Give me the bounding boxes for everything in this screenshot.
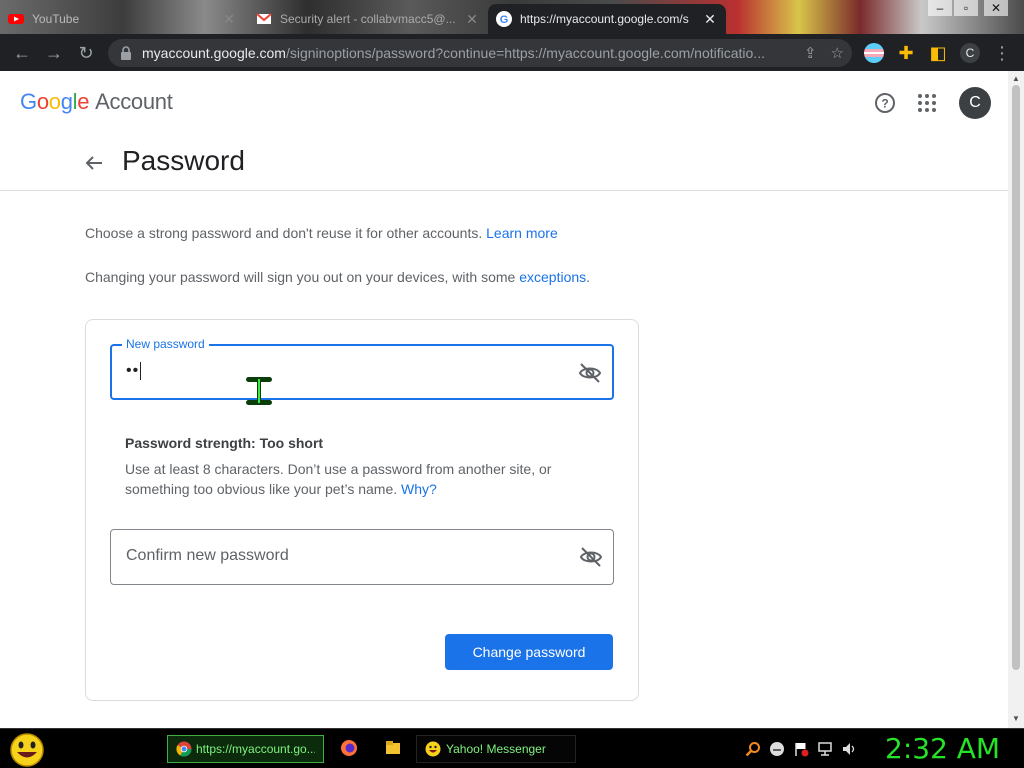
network-icon[interactable] [817,741,833,757]
page-content: Google Account ? C Password Choose a stro… [0,71,1008,728]
close-icon[interactable]: ✕ [464,11,480,27]
google-account-header: Google Account ? C [0,71,1008,135]
learn-more-link[interactable]: Learn more [486,225,558,241]
password-form-card: New password •• Password strength: Too s… [85,319,639,701]
page-title: Password [122,145,245,176]
taskbar-chrome-window[interactable]: https://myaccount.go... [167,735,324,763]
svg-text:?: ? [881,97,888,111]
taskbar-clock[interactable]: 2:32 AM [885,732,1000,765]
new-password-field[interactable]: New password •• [110,337,614,400]
password-strength: Password strength: Too short [125,435,324,451]
taskbar-yahoo-messenger[interactable]: Yahoo! Messenger [416,735,576,763]
url-host: myaccount.google.com [142,45,286,61]
yahoo-smiley-icon [425,741,441,757]
tab-label: Security alert - collabvmacc5@... [280,12,456,26]
bookmark-star-icon[interactable]: ☆ [831,44,844,62]
eye-off-icon[interactable] [579,545,603,569]
address-bar[interactable]: myaccount.google.com/signinoptions/passw… [108,39,852,67]
taskbar-yahoo-label: Yahoo! Messenger [446,742,546,756]
tab-google-account[interactable]: G https://myaccount.google.com/s ✕ [488,4,726,34]
reload-icon[interactable]: ↻ [74,41,98,65]
side-panel-icon[interactable]: ◧ [926,41,950,65]
extensions-puzzle-icon[interactable]: ✚ [894,41,918,65]
password-advice: Use at least 8 characters. Don’t use a p… [125,461,552,497]
google-account-logo[interactable]: Google Account [20,89,173,115]
text-caret [140,362,142,380]
new-password-label: New password [122,337,209,351]
eye-off-icon[interactable] [578,361,602,385]
firefox-icon[interactable] [340,739,358,757]
confirm-password-field[interactable]: Confirm new password [110,529,614,585]
tab-label: https://myaccount.google.com/s [520,12,689,26]
volume-icon[interactable] [841,741,857,757]
extension-flag-icon[interactable] [864,43,884,63]
intro-text: Choose a strong password and don't reuse… [85,225,558,241]
scroll-thumb[interactable] [1012,85,1020,670]
status-face-icon[interactable] [769,741,785,757]
back-arrow-icon[interactable]: ← [10,41,34,65]
new-password-value: •• [126,362,142,380]
page-scrollbar[interactable]: ▲ ▼ [1008,71,1024,728]
kebab-menu-icon[interactable]: ⋮ [990,41,1014,65]
logo-suffix: Account [95,89,173,114]
apps-grid-icon[interactable] [915,91,939,115]
change-password-button[interactable]: Change password [445,634,613,670]
lock-icon [121,46,131,60]
gmail-icon [256,13,272,24]
forward-arrow-icon[interactable]: → [42,41,66,65]
url-path: /signinoptions/password?continue=https:/… [285,45,765,61]
file-manager-icon[interactable] [384,739,402,757]
taskbar-chrome-label: https://myaccount.go... [196,742,315,756]
tab-gmail[interactable]: Security alert - collabvmacc5@... ✕ [248,4,488,34]
google-icon: G [496,11,512,27]
intro-line-2: Changing your password will sign you out… [85,269,516,285]
intro-line-1: Choose a strong password and don't reuse… [85,225,483,241]
browser-toolbar: ← → ↻ myaccount.google.com/signinoptions… [0,34,1024,71]
text-select-cursor-icon [246,377,272,405]
tab-youtube[interactable]: YouTube ✕ [0,4,245,34]
action-center-flag-icon[interactable] [793,741,809,757]
minimize-icon[interactable]: – [928,0,952,16]
account-avatar[interactable]: C [959,87,991,119]
page-title-bar: Password [0,135,1008,191]
profile-avatar[interactable]: C [960,43,980,63]
maximize-icon[interactable]: ▫ [954,0,978,16]
share-icon[interactable]: ⇪ [804,44,817,62]
start-smiley-icon[interactable] [8,732,46,768]
confirm-password-placeholder: Confirm new password [126,547,289,564]
tab-label: YouTube [32,12,80,26]
os-taskbar: https://myaccount.go... Yahoo! Messenger… [0,728,1024,768]
why-link[interactable]: Why? [401,481,437,497]
scroll-up-icon[interactable]: ▲ [1011,74,1021,84]
close-icon[interactable]: ✕ [702,11,718,27]
svg-text:G: G [500,14,509,26]
browser-tab-strip: YouTube ✕ Security alert - collabvmacc5@… [0,0,1024,34]
window-close-icon[interactable]: ✕ [984,0,1008,16]
help-icon[interactable]: ? [873,91,897,115]
search-icon[interactable] [745,741,761,757]
exceptions-link[interactable]: exceptions [519,269,586,285]
youtube-icon [8,14,24,24]
close-icon[interactable]: ✕ [221,11,237,27]
scroll-down-icon[interactable]: ▼ [1011,714,1021,724]
chrome-icon [176,741,192,757]
sign-out-notice: Changing your password will sign you out… [85,269,591,285]
back-arrow-icon[interactable] [80,149,108,177]
